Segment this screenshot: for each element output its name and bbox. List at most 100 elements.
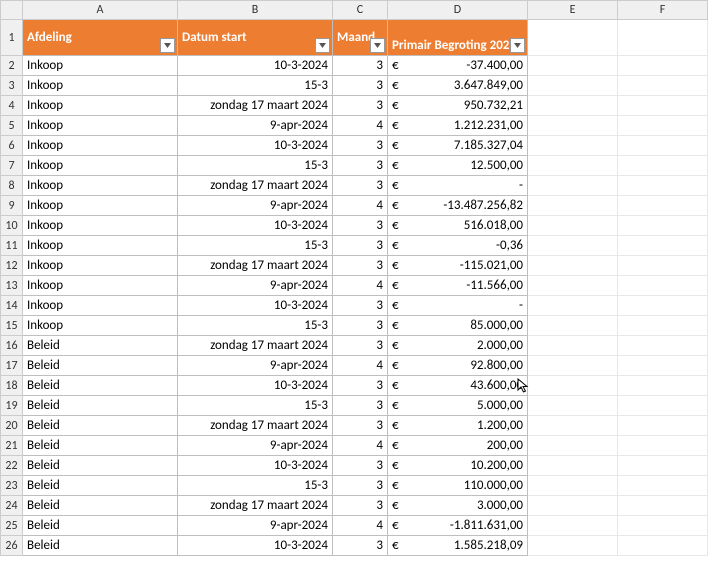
empty-cell[interactable] (528, 356, 618, 376)
cell-maand[interactable]: 3 (333, 296, 388, 316)
cell-maand[interactable]: 3 (333, 376, 388, 396)
filter-dropdown-icon[interactable] (160, 38, 175, 53)
empty-cell[interactable] (618, 436, 708, 456)
row-header[interactable]: 8 (1, 176, 23, 196)
cell-bedrag[interactable]: €516.018,00 (388, 216, 528, 236)
cell-datum[interactable]: 15-3 (178, 396, 333, 416)
cell-afdeling[interactable]: Inkoop (23, 296, 178, 316)
cell-datum[interactable]: zondag 17 maart 2024 (178, 496, 333, 516)
cell-bedrag[interactable]: €-0,36 (388, 236, 528, 256)
empty-cell[interactable] (528, 276, 618, 296)
cell-datum[interactable]: zondag 17 maart 2024 (178, 256, 333, 276)
cell-bedrag[interactable]: €43.600,00 (388, 376, 528, 396)
empty-cell[interactable] (618, 276, 708, 296)
empty-cell[interactable] (618, 376, 708, 396)
row-header[interactable]: 6 (1, 136, 23, 156)
cell-datum[interactable]: 9-apr-2024 (178, 196, 333, 216)
cell-maand[interactable]: 3 (333, 256, 388, 276)
cell-afdeling[interactable]: Beleid (23, 536, 178, 556)
row-header[interactable]: 3 (1, 76, 23, 96)
row-header[interactable]: 18 (1, 376, 23, 396)
cell-afdeling[interactable]: Beleid (23, 336, 178, 356)
cell-datum[interactable]: 10-3-2024 (178, 216, 333, 236)
cell-maand[interactable]: 4 (333, 436, 388, 456)
cell-afdeling[interactable]: Inkoop (23, 96, 178, 116)
cell-datum[interactable]: zondag 17 maart 2024 (178, 96, 333, 116)
cell-maand[interactable]: 3 (333, 316, 388, 336)
row-header[interactable]: 24 (1, 496, 23, 516)
cell-maand[interactable]: 4 (333, 356, 388, 376)
empty-cell[interactable] (618, 196, 708, 216)
cell-maand[interactable]: 3 (333, 156, 388, 176)
empty-cell[interactable] (528, 76, 618, 96)
empty-cell[interactable] (528, 156, 618, 176)
empty-cell[interactable] (528, 216, 618, 236)
empty-cell[interactable] (618, 516, 708, 536)
empty-cell[interactable] (528, 496, 618, 516)
row-header[interactable]: 19 (1, 396, 23, 416)
cell-afdeling[interactable]: Inkoop (23, 196, 178, 216)
cell-afdeling[interactable]: Inkoop (23, 236, 178, 256)
cell-datum[interactable]: 15-3 (178, 476, 333, 496)
cell-maand[interactable]: 3 (333, 216, 388, 236)
row-header[interactable]: 16 (1, 336, 23, 356)
row-header[interactable]: 20 (1, 416, 23, 436)
empty-cell[interactable] (618, 356, 708, 376)
empty-cell[interactable] (618, 176, 708, 196)
empty-cell[interactable] (528, 316, 618, 336)
row-header[interactable]: 13 (1, 276, 23, 296)
cell-bedrag[interactable]: €85.000,00 (388, 316, 528, 336)
col-header-B[interactable]: B (178, 1, 333, 20)
row-header[interactable]: 15 (1, 316, 23, 336)
cell-bedrag[interactable]: €- (388, 296, 528, 316)
cell-afdeling[interactable]: Beleid (23, 356, 178, 376)
cell-bedrag[interactable]: €1.200,00 (388, 416, 528, 436)
row-header[interactable]: 4 (1, 96, 23, 116)
cell-bedrag[interactable]: €-13.487.256,82 (388, 196, 528, 216)
cell-afdeling[interactable]: Beleid (23, 396, 178, 416)
cell-bedrag[interactable]: €1.212.231,00 (388, 116, 528, 136)
empty-cell[interactable] (618, 296, 708, 316)
cell-afdeling[interactable]: Inkoop (23, 136, 178, 156)
cell-bedrag[interactable]: €-1.811.631,00 (388, 516, 528, 536)
cell-bedrag[interactable]: €2.000,00 (388, 336, 528, 356)
cell-maand[interactable]: 3 (333, 536, 388, 556)
empty-cell[interactable] (618, 476, 708, 496)
empty-cell[interactable] (528, 456, 618, 476)
cell-datum[interactable]: 15-3 (178, 156, 333, 176)
header-cell-A[interactable]: Afdeling (23, 20, 178, 56)
col-header-E[interactable]: E (528, 1, 618, 20)
empty-cell[interactable] (618, 20, 708, 56)
row-header[interactable]: 22 (1, 456, 23, 476)
empty-cell[interactable] (618, 96, 708, 116)
empty-cell[interactable] (618, 76, 708, 96)
cell-bedrag[interactable]: €110.000,00 (388, 476, 528, 496)
cell-maand[interactable]: 3 (333, 236, 388, 256)
empty-cell[interactable] (528, 396, 618, 416)
empty-cell[interactable] (618, 416, 708, 436)
cell-afdeling[interactable]: Beleid (23, 376, 178, 396)
cell-maand[interactable]: 3 (333, 136, 388, 156)
cell-datum[interactable]: 9-apr-2024 (178, 276, 333, 296)
cell-bedrag[interactable]: €92.800,00 (388, 356, 528, 376)
col-header-D[interactable]: D (388, 1, 528, 20)
cell-afdeling[interactable]: Beleid (23, 476, 178, 496)
cell-bedrag[interactable]: €5.000,00 (388, 396, 528, 416)
col-header-F[interactable]: F (618, 1, 708, 20)
cell-afdeling[interactable]: Inkoop (23, 276, 178, 296)
cell-bedrag[interactable]: €200,00 (388, 436, 528, 456)
empty-cell[interactable] (618, 236, 708, 256)
empty-cell[interactable] (528, 516, 618, 536)
cell-datum[interactable]: 9-apr-2024 (178, 356, 333, 376)
empty-cell[interactable] (528, 236, 618, 256)
cell-datum[interactable]: 15-3 (178, 76, 333, 96)
cell-datum[interactable]: 9-apr-2024 (178, 436, 333, 456)
cell-bedrag[interactable]: €10.200,00 (388, 456, 528, 476)
empty-cell[interactable] (528, 136, 618, 156)
filter-dropdown-icon[interactable] (510, 38, 525, 53)
row-header[interactable]: 26 (1, 536, 23, 556)
cell-afdeling[interactable]: Inkoop (23, 256, 178, 276)
row-header[interactable]: 9 (1, 196, 23, 216)
empty-cell[interactable] (528, 436, 618, 456)
empty-cell[interactable] (528, 296, 618, 316)
